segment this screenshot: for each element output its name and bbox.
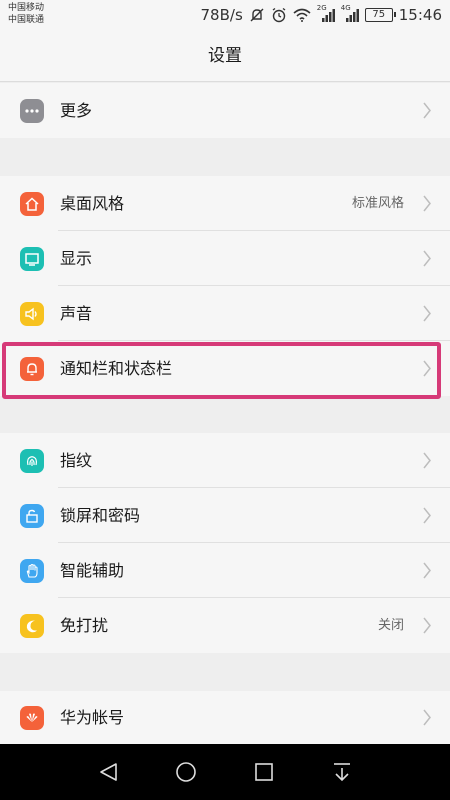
lock-icon	[20, 504, 44, 528]
settings-item-smart-assist[interactable]: 智能辅助	[0, 543, 450, 598]
settings-item-huawei-account[interactable]: 华为帐号	[0, 691, 450, 744]
network-speed: 78B/s	[200, 6, 243, 24]
chevron-right-icon	[423, 360, 431, 377]
settings-item-do-not-disturb[interactable]: 免打扰 关闭	[0, 598, 450, 653]
item-label: 华为帐号	[60, 708, 125, 727]
signal-4g-icon: 4G	[341, 4, 359, 23]
settings-item-more[interactable]: 更多	[0, 83, 450, 138]
section-divider	[0, 653, 450, 691]
signal-2g-icon: 2G	[317, 4, 335, 23]
navigation-bar	[0, 744, 450, 800]
page-title: 设置	[0, 30, 450, 82]
notification-pulldown-button[interactable]	[330, 760, 354, 784]
item-label: 免打扰	[60, 616, 109, 635]
settings-item-notifications[interactable]: 通知栏和状态栏	[0, 341, 450, 396]
item-label: 桌面风格	[60, 194, 125, 213]
item-label: 通知栏和状态栏	[60, 359, 173, 378]
settings-item-fingerprint[interactable]: 指纹	[0, 433, 450, 488]
settings-item-lock-screen[interactable]: 锁屏和密码	[0, 488, 450, 543]
section-divider	[0, 400, 450, 433]
wifi-icon	[293, 8, 311, 22]
home-icon	[20, 192, 44, 216]
settings-item-home-style[interactable]: 桌面风格 标准风格	[0, 176, 450, 231]
alarm-icon	[271, 7, 287, 23]
bell-icon	[20, 357, 44, 381]
chevron-right-icon	[423, 709, 431, 726]
item-label: 指纹	[60, 451, 93, 470]
display-icon	[20, 247, 44, 271]
status-bar: 中国移动 中国联通 78B/s 2G 4G 75 15:46	[0, 0, 450, 30]
section-divider	[0, 138, 450, 176]
sound-icon	[20, 302, 44, 326]
chevron-right-icon	[423, 507, 431, 524]
carrier-info: 中国移动 中国联通	[8, 2, 44, 26]
hand-icon	[20, 559, 44, 583]
mute-icon	[249, 7, 265, 23]
carrier-1: 中国移动	[8, 3, 45, 13]
status-icons: 78B/s 2G 4G 75 15:46	[200, 4, 442, 25]
chevron-right-icon	[423, 617, 431, 634]
back-button[interactable]	[96, 760, 120, 784]
chevron-right-icon	[423, 195, 431, 212]
item-label: 更多	[60, 101, 93, 120]
item-label: 智能辅助	[60, 561, 125, 580]
chevron-right-icon	[423, 562, 431, 579]
home-button[interactable]	[174, 760, 198, 784]
battery-icon: 75	[364, 8, 396, 22]
more-icon	[20, 99, 44, 123]
huawei-icon	[20, 706, 44, 730]
fingerprint-icon	[20, 449, 44, 473]
carrier-2: 中国联通	[8, 15, 45, 25]
item-label: 声音	[60, 304, 93, 323]
recents-button[interactable]	[252, 760, 276, 784]
item-value: 关闭	[377, 618, 404, 633]
settings-item-sound[interactable]: 声音	[0, 286, 450, 341]
settings-item-display[interactable]: 显示	[0, 231, 450, 286]
chevron-right-icon	[423, 250, 431, 267]
item-value: 标准风格	[351, 196, 404, 211]
moon-icon	[20, 614, 44, 638]
chevron-right-icon	[423, 452, 431, 469]
chevron-right-icon	[423, 102, 431, 119]
item-label: 显示	[60, 249, 93, 268]
clock: 15:46	[398, 6, 442, 24]
chevron-right-icon	[423, 305, 431, 322]
item-label: 锁屏和密码	[60, 506, 141, 525]
